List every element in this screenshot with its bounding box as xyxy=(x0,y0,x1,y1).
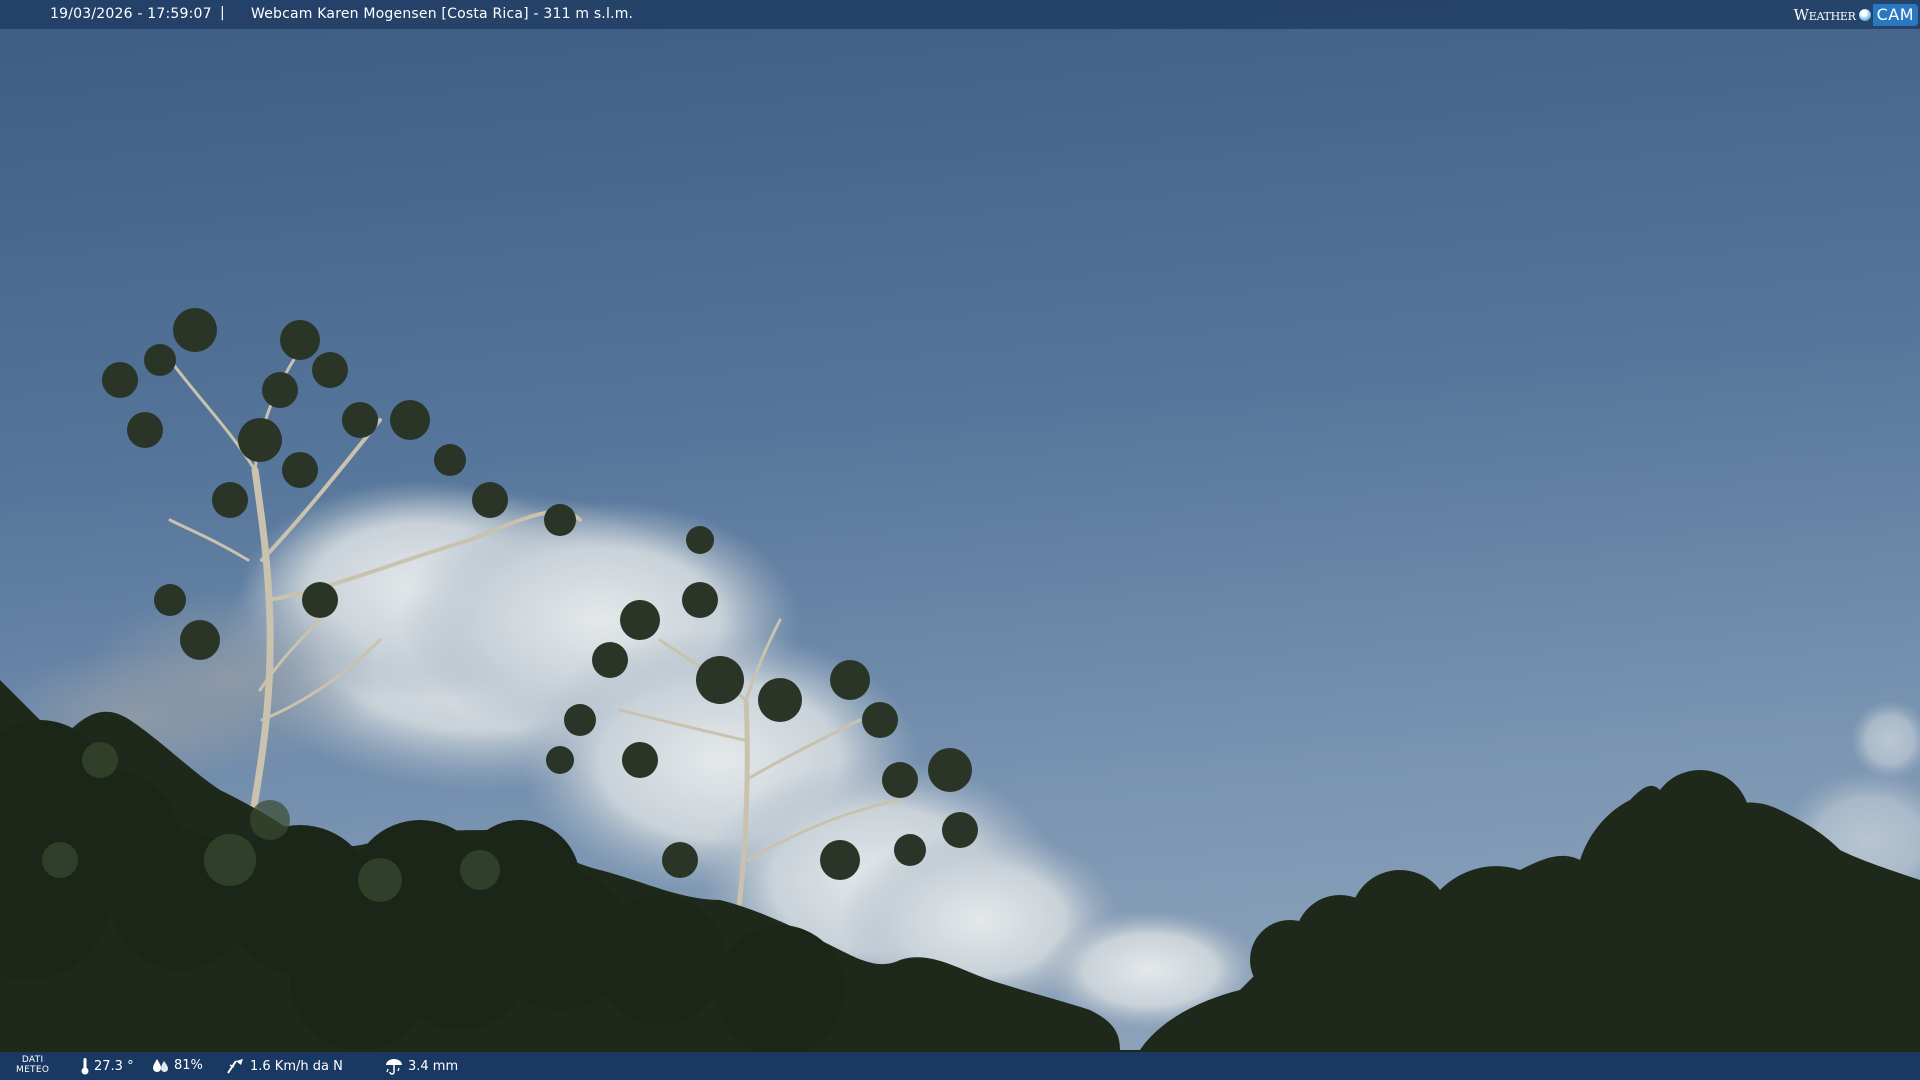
logo-weather-text: Weather xyxy=(1793,5,1856,24)
timestamp: 19/03/2026 - 17:59:07 xyxy=(50,6,212,22)
humidity-value: 81% xyxy=(174,1057,203,1073)
wind-icon xyxy=(227,1059,243,1074)
webcam-title: Webcam Karen Mogensen [Costa Rica] - 311… xyxy=(251,6,634,22)
bottom-meteo-bar: DATI METEO 27.3 ° 81% 1.6 Km/h da N 3.4 … xyxy=(0,1052,1920,1080)
separator: | xyxy=(220,5,225,21)
rain-value: 3.4 mm xyxy=(408,1058,459,1074)
globe-icon xyxy=(1858,8,1871,21)
meteo-label-line1: DATI xyxy=(21,1055,44,1065)
humidity-reading: 81% xyxy=(152,1057,203,1073)
weathercam-logo[interactable]: Weather CAM xyxy=(1794,2,1918,27)
humidity-drop-icon xyxy=(153,1059,168,1072)
temperature-reading: 27.3 ° xyxy=(80,1057,134,1075)
meteo-label: DATI METEO xyxy=(16,1055,49,1075)
landscape-scene xyxy=(0,0,1920,1080)
rain-gauge-icon xyxy=(386,1059,402,1075)
logo-cam-text: CAM xyxy=(1872,3,1918,26)
rain-reading: 3.4 mm xyxy=(384,1057,458,1075)
webcam-image: 19/03/2026 - 17:59:07 | Webcam Karen Mog… xyxy=(0,0,1920,1080)
wind-value: 1.6 Km/h da N xyxy=(250,1058,343,1074)
meteo-label-line2: METEO xyxy=(16,1065,50,1075)
wind-reading: 1.6 Km/h da N xyxy=(226,1057,343,1075)
thermometer-icon xyxy=(81,1058,89,1075)
top-info-bar: 19/03/2026 - 17:59:07 | Webcam Karen Mog… xyxy=(0,0,1920,29)
temperature-value: 27.3 ° xyxy=(94,1058,134,1074)
